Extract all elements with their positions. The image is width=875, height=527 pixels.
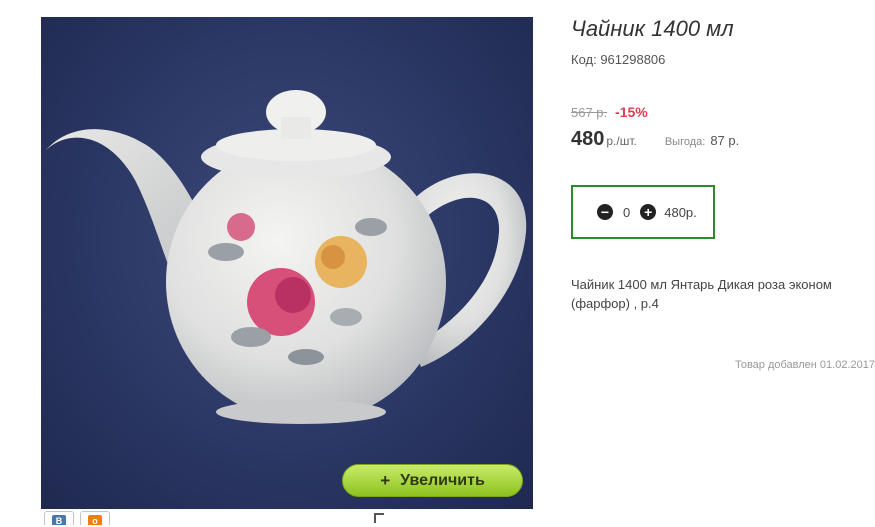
- ok-icon: о: [88, 515, 102, 526]
- price: 480: [571, 128, 605, 150]
- product-photo[interactable]: + Увеличить: [41, 17, 533, 509]
- product-description: Чайник 1400 мл Янтарь Дикая роза эконом …: [571, 277, 832, 311]
- quantity-total: 480р.: [664, 204, 697, 220]
- old-price-row: 567 р. -15%: [571, 104, 648, 120]
- discount-badge: -15%: [615, 104, 648, 120]
- price-unit: р./шт.: [606, 134, 637, 148]
- product-code: Код: 961298806: [571, 52, 666, 67]
- quantity-stepper: − 0 + 480р.: [571, 185, 715, 239]
- quantity-value: 0: [623, 204, 631, 220]
- saving-label: Выгода:: [664, 136, 706, 148]
- zoom-button-label: Увеличить: [400, 471, 485, 489]
- ok-share-button[interactable]: о: [80, 511, 110, 526]
- vk-icon: В: [52, 515, 66, 526]
- share-buttons: В о: [44, 511, 110, 526]
- old-price: 567 р.: [571, 105, 608, 120]
- zoom-button[interactable]: + Увеличить: [342, 464, 523, 497]
- product-title: Чайник 1400 мл: [571, 16, 734, 41]
- plus-circle-icon[interactable]: +: [640, 204, 657, 220]
- vk-share-button[interactable]: В: [44, 511, 74, 526]
- price-row: 480 р./шт. Выгода: 87 р.: [571, 128, 739, 151]
- cropped-glyph: [374, 513, 384, 523]
- plus-icon: +: [380, 470, 391, 490]
- teapot-image: [46, 90, 527, 424]
- added-date: Товар добавлен 01.02.2017: [734, 359, 875, 371]
- saving-value: 87 р.: [710, 133, 740, 148]
- minus-circle-icon[interactable]: −: [597, 204, 613, 220]
